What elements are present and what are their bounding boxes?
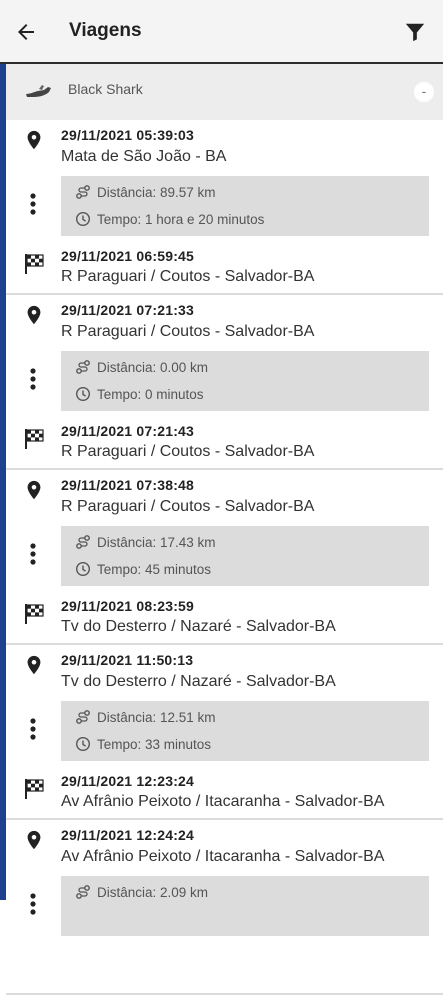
jet-ski-icon	[24, 82, 52, 105]
trip-duration: Tempo: 1 hora e 20 minutos	[75, 211, 264, 227]
trip-item[interactable]: 29/11/2021 11:50:13 Tv do Desterro / Naz…	[6, 645, 443, 820]
location-pin-icon	[20, 126, 48, 154]
trip-start-address: Tv do Desterro / Nazaré - Salvador-BA	[61, 673, 336, 690]
checkered-flag-icon	[20, 775, 48, 803]
trip-start-datetime: 29/11/2021 05:39:03	[61, 127, 195, 143]
more-vert-icon	[26, 367, 40, 396]
trip-duration: Tempo: 33 minutos	[75, 736, 211, 752]
location-pin-icon	[20, 301, 48, 329]
route-icon	[76, 885, 90, 899]
trip-start-datetime: 29/11/2021 12:24:24	[61, 827, 195, 843]
trip-distance: Distância: 12.51 km	[75, 709, 216, 725]
page-title: Viagens	[69, 20, 142, 41]
location-pin-icon	[20, 826, 48, 854]
trip-duration: Tempo: 45 minutos	[75, 561, 211, 577]
filter-button[interactable]	[399, 16, 431, 48]
trip-stats: Distância: 12.51 km Tempo: 33 minutos	[61, 701, 429, 761]
trip-start-address: Mata de São João - BA	[61, 148, 227, 165]
more-vert-icon	[26, 892, 40, 921]
collapse-button[interactable]: -	[414, 82, 434, 102]
trip-end-address: R Paraguari / Coutos - Salvador-BA	[61, 268, 315, 285]
trip-start-datetime: 29/11/2021 07:38:48	[61, 477, 195, 493]
location-pin-icon	[20, 651, 48, 679]
trip-end-address: Av Afrânio Peixoto / Itacaranha - Salvad…	[61, 793, 385, 810]
trip-distance: Distância: 17.43 km	[75, 534, 216, 550]
clock-icon	[75, 561, 91, 577]
clock-icon	[75, 211, 91, 227]
checkered-flag-icon	[20, 600, 48, 628]
filter-icon	[405, 23, 425, 42]
checkered-flag-icon	[20, 250, 48, 278]
arrow-left-icon	[18, 24, 34, 40]
trip-distance: Distância: 2.09 km	[75, 884, 208, 900]
trip-start-address: R Paraguari / Coutos - Salvador-BA	[61, 323, 315, 340]
trip-end-datetime: 29/11/2021 12:23:24	[61, 773, 195, 789]
trip-item[interactable]: 29/11/2021 07:21:33 R Paraguari / Coutos…	[6, 295, 443, 470]
more-vert-icon	[26, 192, 40, 221]
trip-start-address: R Paraguari / Coutos - Salvador-BA	[61, 498, 315, 515]
vehicle-header[interactable]: Black Shark -	[6, 64, 443, 120]
trip-end-address: R Paraguari / Coutos - Salvador-BA	[61, 443, 315, 460]
trip-distance: Distância: 0.00 km	[75, 359, 208, 375]
trip-stats: Distância: 0.00 km Tempo: 0 minutos	[61, 351, 429, 411]
back-button[interactable]	[10, 16, 42, 48]
trip-start-datetime: 29/11/2021 11:50:13	[61, 652, 194, 668]
trip-stats: Distância: 17.43 km Tempo: 45 minutos	[61, 526, 429, 586]
trip-distance: Distância: 89.57 km	[75, 184, 216, 200]
vehicle-name: Black Shark	[68, 81, 143, 97]
trip-start-address: Av Afrânio Peixoto / Itacaranha - Salvad…	[61, 848, 385, 865]
more-vert-icon	[26, 717, 40, 746]
checkered-flag-icon	[20, 425, 48, 453]
trip-duration: Tempo: 0 minutos	[75, 386, 204, 402]
trip-start-datetime: 29/11/2021 07:21:33	[61, 302, 195, 318]
more-vert-icon	[26, 542, 40, 571]
route-icon	[76, 535, 90, 549]
clock-icon	[75, 736, 91, 752]
trip-list: 29/11/2021 05:39:03 Mata de São João - B…	[6, 120, 443, 995]
trip-end-datetime: 29/11/2021 06:59:45	[61, 248, 195, 264]
app-bar: Viagens	[0, 0, 443, 64]
trip-end-datetime: 29/11/2021 08:23:59	[61, 598, 195, 614]
route-icon	[76, 360, 90, 374]
trip-stats: Distância: 2.09 km	[61, 876, 429, 936]
trip-end-address: Tv do Desterro / Nazaré - Salvador-BA	[61, 618, 336, 635]
location-pin-icon	[20, 476, 48, 504]
route-icon	[76, 710, 90, 724]
trip-end-datetime: 29/11/2021 07:21:43	[61, 423, 195, 439]
trip-item[interactable]: 29/11/2021 05:39:03 Mata de São João - B…	[6, 120, 443, 295]
route-icon	[76, 185, 90, 199]
trip-item[interactable]: 29/11/2021 12:24:24 Av Afrânio Peixoto /…	[6, 820, 443, 995]
trip-item[interactable]: 29/11/2021 07:38:48 R Paraguari / Coutos…	[6, 470, 443, 645]
clock-icon	[75, 386, 91, 402]
trip-stats: Distância: 89.57 km Tempo: 1 hora e 20 m…	[61, 176, 429, 236]
